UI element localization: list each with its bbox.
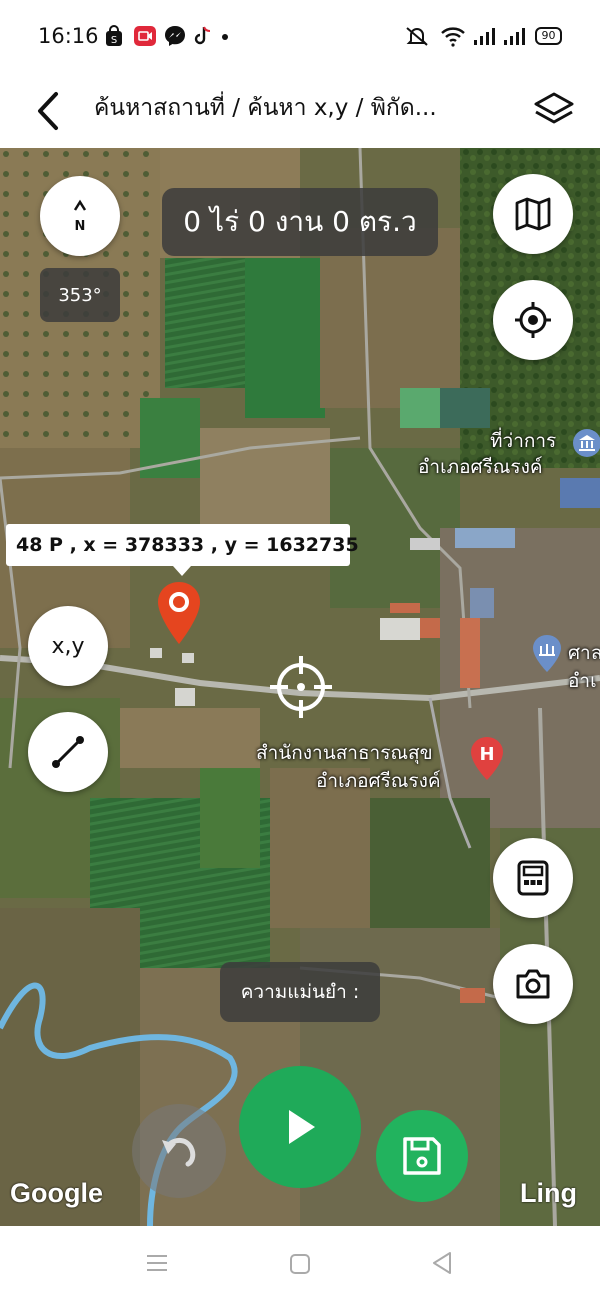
status-time: 16:16	[38, 24, 99, 48]
coordinate-label: 48 P , x = 378333 , y = 1632735	[6, 524, 359, 576]
court-place-icon[interactable]	[532, 634, 562, 674]
app-bar: ค้นหาสถานที่ / ค้นหา x,y / พิกัด...	[0, 74, 600, 148]
google-logo: Google	[10, 1178, 103, 1208]
map-icon	[515, 197, 551, 231]
center-crosshair-icon	[270, 656, 332, 718]
mute-bell-icon	[406, 27, 428, 46]
tiktok-icon	[194, 26, 211, 45]
place-label-district-office-line2: อำเภอศรีณรงค์	[418, 456, 543, 478]
place-label-health-office-line2: อำเภอศรีณรงค์	[316, 770, 441, 792]
recent-apps-icon[interactable]	[144, 1252, 170, 1274]
battery-icon: 90	[535, 27, 562, 45]
system-nav-bar	[0, 1226, 600, 1300]
xy-input-button[interactable]: x,y	[28, 606, 108, 686]
place-label-health-office-line1: สำนักงานสาธารณสุข	[256, 742, 433, 764]
svg-text:N: N	[75, 219, 86, 234]
home-icon[interactable]	[288, 1252, 312, 1276]
video-app-icon	[134, 26, 156, 46]
satellite-map[interactable]: N 353° 0 ไร่ 0 งาน 0 ตร.ว ที่ว่าการ อำเภ…	[0, 148, 600, 1226]
place-label-court-line1: ศาล	[568, 642, 600, 664]
calculator-icon	[517, 860, 549, 896]
wifi-icon	[441, 27, 465, 47]
calculator-button[interactable]	[493, 838, 573, 918]
play-icon	[289, 1110, 315, 1144]
place-label-court-line2: อำเ	[568, 670, 597, 692]
my-location-button[interactable]	[493, 280, 573, 360]
back-nav-icon[interactable]	[430, 1250, 454, 1276]
line-tool-icon	[52, 736, 84, 768]
status-bar: 16:16 S 90	[0, 0, 600, 74]
ling-logo: Ling	[520, 1178, 577, 1208]
map-type-button[interactable]	[493, 174, 573, 254]
notification-dot-icon	[222, 34, 228, 40]
undo-icon	[162, 1138, 196, 1167]
compass-button[interactable]: N	[40, 176, 120, 256]
signal-2-icon	[504, 28, 525, 45]
signal-1-icon	[474, 28, 495, 45]
measure-line-button[interactable]	[28, 712, 108, 792]
floppy-disk-icon	[403, 1137, 441, 1175]
compass-icon: N	[73, 199, 87, 234]
camera-button[interactable]	[493, 944, 573, 1024]
government-building-icon[interactable]	[572, 428, 600, 458]
hospital-pin-icon[interactable]: H	[470, 736, 504, 782]
shopping-bag-icon: S	[106, 25, 122, 46]
camera-icon	[516, 969, 550, 999]
svg-text:S: S	[111, 35, 117, 46]
back-arrow-icon[interactable]	[30, 86, 66, 136]
accuracy-indicator: ความแม่นยำ :	[220, 962, 380, 1022]
svg-text:H: H	[479, 744, 494, 765]
crosshair-icon	[515, 302, 551, 338]
undo-button[interactable]	[132, 1104, 226, 1198]
play-button[interactable]	[239, 1066, 361, 1188]
search-title[interactable]: ค้นหาสถานที่ / ค้นหา x,y / พิกัด...	[94, 90, 494, 126]
messenger-icon	[165, 26, 185, 46]
area-display: 0 ไร่ 0 งาน 0 ตร.ว	[162, 188, 438, 256]
heading-indicator: 353°	[40, 268, 120, 322]
save-button[interactable]	[376, 1110, 468, 1202]
layers-icon[interactable]	[530, 86, 578, 134]
location-pin-icon[interactable]	[156, 580, 202, 646]
